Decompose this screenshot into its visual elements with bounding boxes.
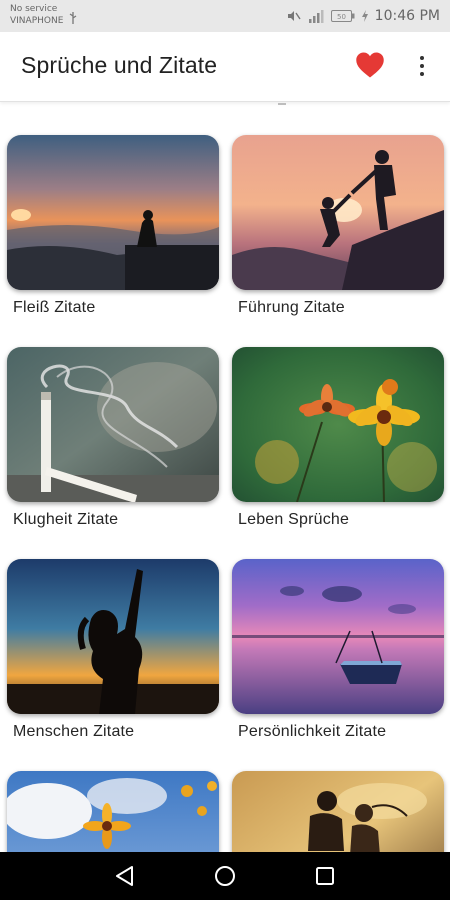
mute-icon [285, 8, 301, 24]
home-circle-icon [215, 866, 235, 886]
system-nav-bar [0, 852, 450, 900]
category-image [7, 347, 219, 502]
home-button[interactable] [213, 864, 237, 888]
app-bar: Sprüche und Zitate [0, 32, 450, 102]
recents-button[interactable] [313, 864, 337, 888]
back-button[interactable] [113, 864, 137, 888]
app-screen: No service VINAPHONE 50 10:46 PM Sprüche… [0, 0, 450, 900]
usb-icon [68, 12, 78, 27]
category-image [7, 559, 219, 714]
status-icons: 50 10:46 PM [285, 8, 440, 24]
heart-icon [356, 52, 384, 78]
status-bar: No service VINAPHONE 50 10:46 PM [0, 0, 450, 32]
carrier-status: No service [10, 4, 58, 14]
battery-icon: 50 [330, 10, 355, 22]
scroll-handle [278, 103, 286, 105]
category-label: Menschen Zitate [13, 723, 135, 740]
favorites-button[interactable] [355, 51, 387, 81]
clock: 10:46 PM [374, 8, 440, 24]
category-label: Klugheit Zitate [13, 511, 119, 528]
charging-icon [361, 10, 368, 22]
category-image [232, 559, 444, 714]
back-triangle-icon [116, 866, 133, 886]
category-image [232, 135, 444, 290]
category-image [7, 135, 219, 290]
carrier-name: VINAPHONE [10, 16, 64, 26]
page-title: Sprüche und Zitate [21, 52, 218, 78]
category-label: Leben Sprüche [238, 511, 350, 528]
category-label: Führung Zitate [238, 299, 345, 316]
carrier-info: No service VINAPHONE [10, 3, 63, 27]
signal-icon [308, 9, 324, 23]
svg-text:50: 50 [337, 13, 346, 21]
category-label: Fleiß Zitate [13, 299, 96, 316]
category-label: Persönlichkeit Zitate [238, 723, 387, 740]
overflow-menu-button[interactable] [412, 52, 432, 82]
recents-square-icon [316, 867, 334, 885]
category-image [232, 347, 444, 502]
